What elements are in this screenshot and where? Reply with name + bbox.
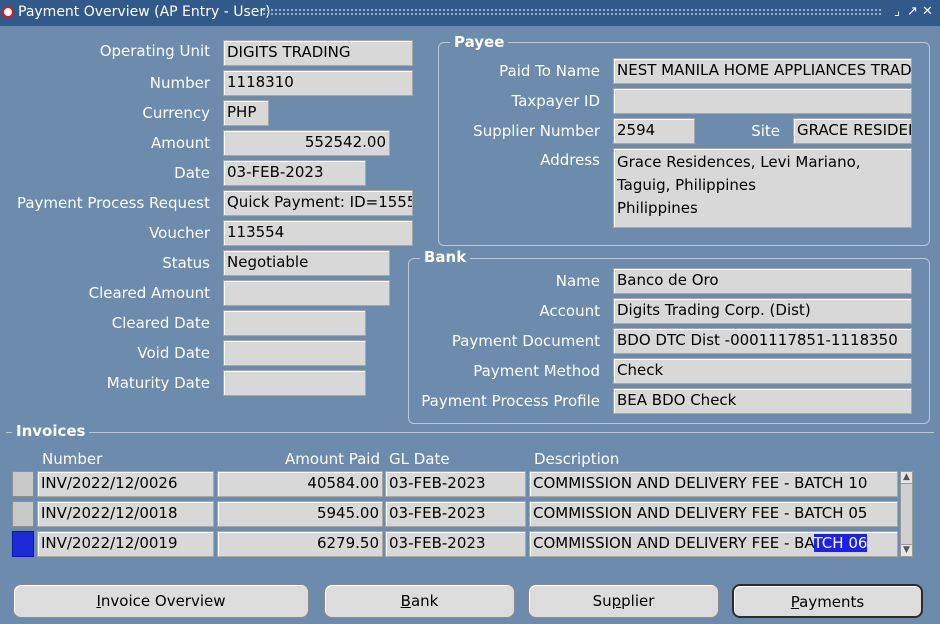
supplier-number-field[interactable]: 2594 [613,118,695,144]
description-cell[interactable]: COMMISSION AND DELIVERY FEE - BATCH 05 [529,501,898,527]
row-selector-current[interactable] [12,531,34,557]
site-field[interactable]: GRACE RESIDENCES [793,118,912,144]
payment-method-field[interactable]: Check [613,358,912,384]
scroll-up-icon[interactable]: ▲ [900,471,913,484]
status-field[interactable]: Negotiable [223,250,390,276]
maturity-date-label: Maturity Date [106,374,210,392]
description-cell[interactable]: COMMISSION AND DELIVERY FEE - BATCH 10 [529,471,898,497]
cleared-date-label: Cleared Date [111,314,210,332]
paid-to-name-field[interactable]: NEST MANILA HOME APPLIANCES TRADING [613,58,912,84]
payments-button[interactable]: Payments [732,584,923,618]
cleared-date-field[interactable] [223,310,366,336]
number-field[interactable]: 1118310 [223,70,413,96]
bank-name-label: Name [555,272,600,290]
taxpayer-id-field[interactable] [613,88,912,114]
gl-date-cell[interactable]: 03-FEB-2023 [385,531,526,557]
operating-unit-label: Operating Unit [99,42,210,60]
col-header-number: Number [42,450,103,468]
description-text: COMMISSION AND DELIVERY FEE - BATCH 10 [533,474,868,492]
number-label: Number [149,74,210,92]
payment-document-field[interactable]: BDO DTC Dist -0001117851-1118350 [613,328,912,354]
site-label: Site [751,122,780,140]
voucher-label: Voucher [149,224,210,242]
maturity-date-field[interactable] [223,370,366,396]
supplier-number-label: Supplier Number [473,122,600,140]
payment-method-label: Payment Method [473,362,600,380]
row-selector[interactable] [12,501,34,527]
cleared-amount-field[interactable] [223,280,390,306]
voucher-field[interactable]: 113554 [223,220,413,246]
minimize-icon[interactable]: ⌟ [894,4,900,19]
date-label: Date [174,164,210,182]
invoice-overview-button[interactable]: Invoice Overview [13,584,309,618]
taxpayer-id-label: Taxpayer ID [511,92,600,110]
gl-date-cell[interactable]: 03-FEB-2023 [385,501,526,527]
cleared-amount-label: Cleared Amount [88,284,210,302]
close-icon[interactable]: ✕ [922,4,933,19]
currency-label: Currency [142,104,210,122]
col-header-amount-paid: Amount Paid [285,450,380,468]
void-date-label: Void Date [137,344,210,362]
maximize-icon[interactable]: ↗ [907,4,918,19]
payment-process-profile-label: Payment Process Profile [421,392,600,410]
gl-date-cell[interactable]: 03-FEB-2023 [385,471,526,497]
payment-process-request-label: Payment Process Request [16,194,210,212]
status-label: Status [162,254,210,272]
titlebar-grip [262,8,882,17]
amount-label: Amount [151,134,210,152]
payment-document-label: Payment Document [451,332,600,350]
selected-text-highlight: TCH 06 [813,534,868,552]
amount-paid-cell[interactable]: 6279.50 [217,531,383,557]
description-cell-active[interactable]: COMMISSION AND DELIVERY FEE - BATCH 06 [529,531,898,557]
scroll-down-icon[interactable]: ▼ [900,544,913,557]
invoices-title: Invoices [12,422,90,440]
col-header-gl-date: GL Date [389,450,450,468]
operating-unit-field[interactable]: DIGITS TRADING [223,40,413,66]
address-field[interactable]: Grace Residences, Levi Mariano, Taguig, … [613,148,912,228]
bank-group-title: Bank [420,248,471,266]
bank-button[interactable]: Bank [324,584,515,618]
description-text: COMMISSION AND DELIVERY FEE - BA [533,534,814,552]
payment-process-profile-field[interactable]: BEA BDO Check [613,388,912,414]
payment-process-request-field[interactable]: Quick Payment: ID=1555 [223,190,413,216]
bank-name-field[interactable]: Banco de Oro [613,268,912,294]
amount-paid-cell[interactable]: 5945.00 [217,501,383,527]
payee-group-title: Payee [450,33,509,51]
amount-field[interactable]: 552542.00 [223,130,390,156]
invoice-number-cell[interactable]: INV/2022/12/0018 [37,501,214,527]
address-label: Address [540,151,600,169]
row-selector[interactable] [12,471,34,497]
invoice-number-cell[interactable]: INV/2022/12/0019 [37,531,214,557]
window-title: Payment Overview (AP Entry - User) [18,4,271,20]
account-label: Account [539,302,600,320]
description-text: COMMISSION AND DELIVERY FEE - BATCH 05 [533,504,868,522]
void-date-field[interactable] [223,340,366,366]
invoices-divider [6,432,934,433]
currency-field[interactable]: PHP [223,100,269,126]
supplier-button[interactable]: Supplier [528,584,719,618]
paid-to-name-label: Paid To Name [499,62,600,80]
amount-paid-cell[interactable]: 40584.00 [217,471,383,497]
col-header-description: Description [534,450,620,468]
window-titlebar: Payment Overview (AP Entry - User) ⌟ ↗ ✕ [0,0,940,26]
invoice-number-cell[interactable]: INV/2022/12/0026 [37,471,214,497]
date-field[interactable]: 03-FEB-2023 [223,160,366,186]
account-field[interactable]: Digits Trading Corp. (Dist) [613,298,912,324]
oracle-logo-icon [2,6,14,18]
